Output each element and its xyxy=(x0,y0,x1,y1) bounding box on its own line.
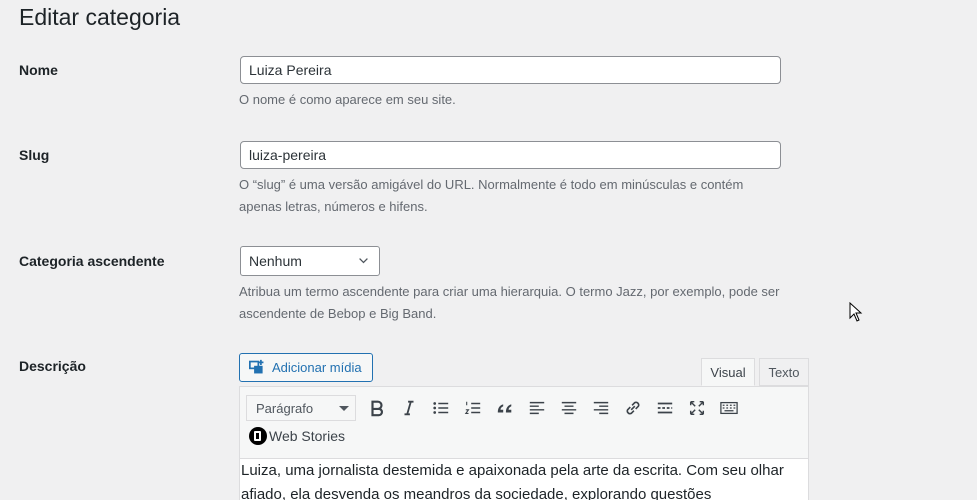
toolbar-toggle-icon xyxy=(720,401,738,415)
web-stories-icon xyxy=(249,427,267,445)
name-help-text: O nome é como aparece em seu site. xyxy=(239,92,456,107)
parent-category-select[interactable]: Nenhum xyxy=(240,246,380,276)
add-media-button[interactable]: Adicionar mídia xyxy=(239,353,373,382)
web-stories-button[interactable]: Web Stories xyxy=(249,427,345,445)
read-more-button[interactable] xyxy=(653,396,677,420)
description-editor: Parágrafo Web Stories Luiza, uma jornali… xyxy=(239,386,809,500)
description-content[interactable]: Luiza, uma jornalista destemida e apaixo… xyxy=(240,459,802,500)
description-label: Descrição xyxy=(19,358,86,374)
add-media-icon xyxy=(249,359,264,374)
slug-label: Slug xyxy=(19,147,50,163)
fullscreen-button[interactable] xyxy=(685,396,709,420)
mouse-cursor-icon xyxy=(849,302,863,322)
align-left-icon xyxy=(529,401,545,415)
fullscreen-icon xyxy=(689,400,705,416)
bullet-list-icon xyxy=(433,402,449,414)
dropdown-arrow-icon xyxy=(339,406,349,411)
web-stories-label: Web Stories xyxy=(269,428,345,444)
tab-text[interactable]: Texto xyxy=(759,358,809,386)
edit-category-page: Editar categoria Nome O nome é como apar… xyxy=(0,0,977,500)
slug-help-text: O “slug” é uma versão amigável do URL. N… xyxy=(239,177,744,214)
parent-category-selected: Nenhum xyxy=(249,253,302,269)
read-more-icon xyxy=(657,402,673,414)
bold-icon xyxy=(371,400,383,417)
slug-input[interactable] xyxy=(240,141,781,169)
parent-category-label: Categoria ascendente xyxy=(19,253,165,269)
italic-button[interactable] xyxy=(397,396,421,420)
link-icon xyxy=(626,401,640,415)
align-right-button[interactable] xyxy=(589,396,613,420)
editor-toolbar: Parágrafo Web Stories xyxy=(240,387,808,459)
format-select[interactable]: Parágrafo xyxy=(246,395,356,421)
tab-visual[interactable]: Visual xyxy=(701,358,755,386)
numbered-list-button[interactable] xyxy=(461,396,485,420)
align-center-button[interactable] xyxy=(557,396,581,420)
toolbar-toggle-button[interactable] xyxy=(717,396,741,420)
italic-icon xyxy=(404,400,414,416)
chevron-down-icon xyxy=(359,258,368,264)
numbered-list-icon xyxy=(464,401,481,414)
blockquote-button[interactable] xyxy=(493,396,517,420)
bold-button[interactable] xyxy=(365,396,389,420)
name-label: Nome xyxy=(19,62,58,78)
align-center-icon xyxy=(561,401,577,415)
blockquote-icon xyxy=(497,404,512,413)
link-button[interactable] xyxy=(621,396,645,420)
name-input[interactable] xyxy=(240,56,781,84)
align-right-icon xyxy=(593,401,609,415)
parent-category-help-text: Atribua um termo ascendente para criar u… xyxy=(239,284,780,321)
align-left-button[interactable] xyxy=(525,396,549,420)
format-select-value: Parágrafo xyxy=(256,401,314,416)
bullet-list-button[interactable] xyxy=(429,396,453,420)
page-title: Editar categoria xyxy=(19,4,181,30)
add-media-label: Adicionar mídia xyxy=(272,360,362,375)
